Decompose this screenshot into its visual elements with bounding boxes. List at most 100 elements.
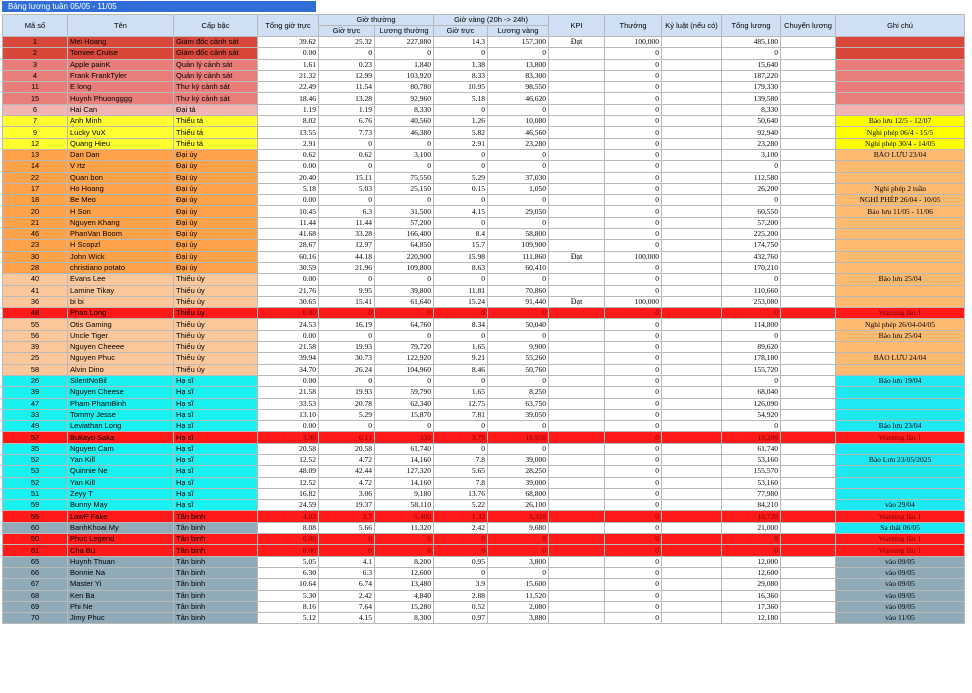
cell-gio-truc-vang[interactable]: 15.7 <box>433 239 489 252</box>
cell-ky-luat[interactable] <box>661 318 723 331</box>
cell-cap-bac[interactable]: Thiếu tá <box>173 115 258 128</box>
cell-ghi-chu[interactable]: vào 11/05 <box>835 612 966 625</box>
cell-luong-thuong[interactable]: 220,900 <box>373 250 435 263</box>
cell-ghi-chu[interactable]: Warning lần 1 <box>835 510 966 523</box>
cell-ma-so[interactable]: 28 <box>2 261 68 275</box>
cell-ma-so[interactable]: 36 <box>2 295 68 309</box>
cell-tong-luong[interactable]: 0 <box>721 273 782 286</box>
cell-tong-gio-truc[interactable]: 0.00 <box>257 329 319 343</box>
cell-ky-luat[interactable] <box>661 612 723 625</box>
cell-gio-truc-vang[interactable]: 0 <box>433 307 489 320</box>
cell-ten[interactable]: Dan Dan <box>67 148 174 162</box>
cell-thuong[interactable]: 0 <box>604 115 663 128</box>
cell-chuyen-luong[interactable] <box>780 35 837 49</box>
cell-ma-so[interactable]: 47 <box>2 397 68 410</box>
cell-ky-luat[interactable] <box>661 295 723 309</box>
cell-gio-truc-thuong[interactable]: 2.42 <box>318 589 375 602</box>
header-luong-thuong[interactable]: Lương thường <box>373 25 435 37</box>
cell-kpi[interactable]: Đạt <box>548 295 606 309</box>
cell-luong-thuong[interactable]: 0 <box>373 307 435 320</box>
cell-tong-luong[interactable]: 170,210 <box>721 261 782 275</box>
cell-thuong[interactable]: 0 <box>604 533 663 546</box>
cell-tong-luong[interactable]: 253,080 <box>721 295 782 309</box>
cell-chuyen-luong[interactable] <box>780 453 837 467</box>
cell-gio-truc-thuong[interactable]: 19.93 <box>318 386 375 399</box>
cell-chuyen-luong[interactable] <box>780 92 837 105</box>
cell-ghi-chu[interactable] <box>835 216 966 230</box>
cell-ten[interactable]: Huynh Thuan <box>67 555 174 568</box>
header-gio-thuong[interactable]: Giờ thường <box>317 14 435 26</box>
cell-tong-gio-truc[interactable]: 12.52 <box>257 453 319 467</box>
cell-ten[interactable]: Yan Kill <box>67 476 174 489</box>
cell-kpi[interactable] <box>548 115 606 128</box>
cell-ma-so[interactable]: 69 <box>2 600 68 614</box>
cell-luong-thuong[interactable]: 61,740 <box>373 442 435 455</box>
cell-chuyen-luong[interactable] <box>780 148 837 162</box>
cell-tong-luong[interactable]: 110,660 <box>721 284 782 297</box>
cell-ten[interactable]: Bonnie Na <box>67 566 174 580</box>
cell-chuyen-luong[interactable] <box>780 58 837 71</box>
cell-ma-so[interactable]: 70 <box>2 612 68 625</box>
cell-tong-gio-truc[interactable]: 5.05 <box>257 555 319 568</box>
cell-ghi-chu[interactable] <box>835 92 966 105</box>
cell-tong-luong[interactable]: 23,280 <box>721 137 782 150</box>
cell-luong-vang[interactable]: 50,760 <box>487 363 550 376</box>
cell-luong-thuong[interactable]: 4,840 <box>373 589 435 602</box>
cell-ma-so[interactable]: 39 <box>2 386 68 399</box>
cell-cap-bac[interactable]: Hạ sĩ <box>173 487 258 501</box>
cell-chuyen-luong[interactable] <box>780 431 837 444</box>
cell-ky-luat[interactable] <box>661 273 723 286</box>
cell-gio-truc-thuong[interactable]: 6.3 <box>318 205 375 218</box>
cell-gio-truc-vang[interactable]: 1.65 <box>433 386 489 399</box>
cell-ten[interactable]: Frank FrankTyler <box>67 69 174 83</box>
cell-ma-so[interactable]: 65 <box>2 555 68 568</box>
cell-gio-truc-thuong[interactable]: 5.03 <box>318 182 375 196</box>
cell-ky-luat[interactable] <box>661 397 723 410</box>
cell-ten[interactable]: Tomiee Cruise <box>67 47 174 60</box>
cell-cap-bac[interactable]: Thiếu úy <box>173 363 258 376</box>
cell-ky-luat[interactable] <box>661 92 723 105</box>
cell-tong-gio-truc[interactable]: 24.59 <box>257 499 319 512</box>
cell-ky-luat[interactable] <box>661 420 723 433</box>
cell-kpi[interactable] <box>548 103 606 117</box>
cell-ten[interactable]: Quinnie Ne <box>67 465 174 478</box>
cell-thuong[interactable]: 0 <box>604 205 663 218</box>
cell-luong-thuong[interactable]: 25,150 <box>373 182 435 196</box>
cell-thuong[interactable]: 0 <box>604 182 663 196</box>
cell-ten[interactable]: Pham PhamBinh <box>67 397 174 410</box>
cell-gio-truc-vang[interactable]: 3.79 <box>433 431 489 444</box>
cell-ma-so[interactable]: 40 <box>2 273 68 286</box>
cell-cap-bac[interactable]: Đại úy <box>173 171 258 184</box>
cell-cap-bac[interactable]: Tân binh <box>173 612 258 625</box>
header-ma-so[interactable]: Mã số <box>2 14 68 37</box>
cell-kpi[interactable]: Đạt <box>548 250 606 263</box>
cell-tong-luong[interactable]: 68,040 <box>721 386 782 399</box>
header-gio-truc-vang[interactable]: Giờ trực <box>433 25 489 37</box>
cell-thuong[interactable]: 0 <box>604 442 663 455</box>
cell-ma-so[interactable]: 59 <box>2 499 68 512</box>
cell-tong-gio-truc[interactable]: 5.30 <box>257 589 319 602</box>
cell-tong-gio-truc[interactable]: 5.18 <box>257 182 319 196</box>
cell-kpi[interactable] <box>548 58 606 71</box>
cell-gio-truc-thuong[interactable]: 30.73 <box>318 352 375 365</box>
cell-tong-luong[interactable]: 225,200 <box>721 228 782 241</box>
cell-ten[interactable]: Evans Lee <box>67 273 174 286</box>
cell-cap-bac[interactable]: Đại úy <box>173 205 258 218</box>
cell-ghi-chu[interactable] <box>835 228 966 241</box>
cell-ghi-chu[interactable]: Warning lần 1 <box>835 307 966 320</box>
cell-ky-luat[interactable] <box>661 250 723 263</box>
cell-kpi[interactable] <box>548 92 606 105</box>
cell-cap-bac[interactable]: Tân binh <box>173 510 258 523</box>
cell-gio-truc-thuong[interactable]: 0.23 <box>318 58 375 71</box>
cell-ten[interactable]: Quan bon <box>67 171 174 184</box>
cell-luong-vang[interactable]: 0 <box>487 194 550 207</box>
cell-ky-luat[interactable] <box>661 544 723 557</box>
cell-ten[interactable]: Ken Ba <box>67 589 174 602</box>
cell-gio-truc-thuong[interactable]: 11.54 <box>318 81 375 94</box>
cell-luong-vang[interactable]: 111,860 <box>487 250 550 263</box>
cell-luong-thuong[interactable]: 8,300 <box>373 612 435 625</box>
cell-cap-bac[interactable]: Đại tá <box>173 103 258 117</box>
cell-kpi[interactable] <box>548 363 606 376</box>
cell-ma-so[interactable]: 35 <box>2 442 68 455</box>
cell-luong-vang[interactable]: 15,600 <box>487 578 550 591</box>
